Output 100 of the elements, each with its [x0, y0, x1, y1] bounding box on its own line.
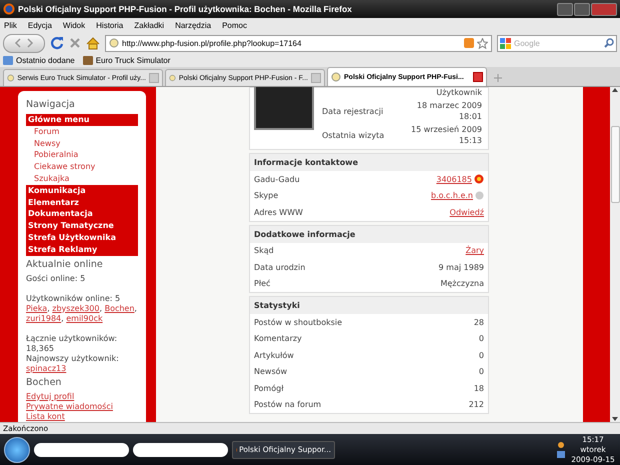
- bookmark-link[interactable]: Ostatnio dodane: [3, 56, 75, 65]
- panel-title: Bochen: [26, 376, 62, 388]
- separator: ,: [61, 314, 64, 323]
- start-button[interactable]: [4, 436, 30, 462]
- user-menu-link[interactable]: Lista kont: [26, 412, 65, 421]
- newest-user-label: Najnowszy użytkownik:: [26, 354, 120, 364]
- field-label: Data urodzin: [254, 262, 306, 272]
- window-title: Polski Oficjalny Support PHP-Fusion - Profil użytkownika: Bochen - Mozilla Firefox: [18, 4, 353, 14]
- page-icon: [109, 38, 119, 48]
- user-link[interactable]: emil90ck: [66, 314, 103, 323]
- user-link[interactable]: zuri1984: [26, 314, 62, 323]
- menu-link[interactable]: Ciekawe strony: [26, 161, 138, 173]
- field-value: 18 marzec 2009 18:01: [416, 100, 482, 122]
- close-button[interactable]: [591, 2, 617, 16]
- separator: ,: [99, 304, 102, 313]
- home-icon[interactable]: [86, 36, 100, 50]
- field-label: Płeć: [254, 279, 270, 288]
- field-label: Postów w shoutboksie: [254, 318, 342, 327]
- field-label: Data rejestracji: [322, 106, 384, 116]
- section-header: Dodatkowe informacje: [250, 226, 488, 242]
- field-label: Artykułów: [254, 350, 294, 360]
- field-label: Newsów: [254, 367, 288, 376]
- menu-link[interactable]: Pobieralnia: [26, 149, 138, 162]
- menu-header[interactable]: Dokumentacja: [26, 208, 138, 220]
- tray-icon[interactable]: [556, 440, 566, 458]
- bookmark-link[interactable]: Euro Truck Simulator: [82, 56, 170, 65]
- photo-placeholder: [254, 87, 314, 130]
- status-icon: [475, 191, 484, 200]
- field-value: 15 wrzesień 2009 15:13: [411, 124, 482, 146]
- menu-item[interactable]: Zakładki: [134, 20, 164, 30]
- field-label: Gadu-Gadu: [254, 174, 300, 184]
- page-icon: [169, 73, 176, 83]
- field-value: 0: [478, 334, 484, 344]
- menu-header[interactable]: Komunikacja: [26, 184, 138, 197]
- menu-item[interactable]: Historia: [96, 20, 124, 30]
- scrollbar-thumb[interactable]: [610, 126, 620, 203]
- google-logo-icon: [500, 38, 511, 48]
- back-forward-button[interactable]: [3, 34, 45, 52]
- menu-link[interactable]: Newsy: [26, 138, 138, 150]
- field-value: 28: [474, 318, 484, 327]
- panel-title: Aktualnie online: [26, 258, 104, 270]
- page-icon: [7, 73, 14, 83]
- field-link[interactable]: 3406185: [436, 174, 472, 184]
- menu-header[interactable]: Strony Tematyczne: [26, 220, 138, 232]
- field-value: 0: [478, 350, 484, 360]
- up-arrow-icon[interactable]: [612, 87, 618, 93]
- field-link[interactable]: b.o.c.h.e.n: [430, 191, 473, 200]
- field-label: Skąd: [254, 246, 274, 256]
- separator: ,: [134, 304, 137, 313]
- field-link[interactable]: Żary: [466, 246, 484, 256]
- maximize-button[interactable]: [574, 2, 590, 16]
- panel-title: Nawigacja: [26, 99, 76, 110]
- user-link[interactable]: spinacz13: [26, 364, 66, 373]
- menu-item[interactable]: Widok: [62, 20, 86, 30]
- menu-header[interactable]: Główne menu: [26, 114, 138, 126]
- user-link[interactable]: zbyszek300: [52, 304, 100, 313]
- user-link[interactable]: Bochen: [104, 304, 134, 313]
- menu-link[interactable]: Szukajka: [26, 172, 138, 185]
- field-link[interactable]: Odwiedź: [450, 208, 484, 217]
- menu-header[interactable]: Elementarz: [26, 196, 138, 208]
- user-menu-link[interactable]: Edytuj profil: [26, 392, 74, 401]
- reload-icon[interactable]: [50, 36, 64, 50]
- user-rank: Użytkownik: [435, 88, 482, 98]
- user-link[interactable]: Pieka: [26, 304, 48, 313]
- stop-icon[interactable]: [69, 37, 81, 49]
- user-menu-link[interactable]: Prywatne wiadomości: [26, 402, 113, 411]
- menu-header[interactable]: Strefa Użytkownika: [26, 232, 138, 244]
- field-label: Adres WWW: [254, 208, 303, 217]
- field-label: Pomógł: [254, 384, 284, 393]
- menu-header[interactable]: Strefa Reklamy: [26, 244, 138, 256]
- section-header: Informacje kontaktowe: [250, 154, 488, 171]
- menu-item[interactable]: Edycja: [28, 20, 52, 30]
- field-value: 18: [474, 384, 484, 393]
- members-count: Użytkowników online: 5: [26, 294, 122, 304]
- menu-link[interactable]: Forum: [26, 126, 138, 138]
- field-label: Ostatnia wizyta: [322, 130, 386, 140]
- field-value: 0: [478, 367, 484, 376]
- plus-icon: [494, 74, 502, 82]
- field-label: Postów na forum: [254, 400, 322, 410]
- field-label: Komentarzy: [254, 334, 302, 344]
- field-value: 212: [468, 400, 484, 410]
- page-icon: [331, 72, 341, 82]
- separator: ,: [47, 304, 50, 313]
- menu-item[interactable]: Plik: [4, 20, 17, 30]
- minimize-button[interactable]: [557, 2, 573, 16]
- search-icon[interactable]: [604, 38, 614, 48]
- field-value: Mężczyzna: [440, 279, 484, 288]
- address-field[interactable]: http://www.php-fusion.pl/profile.php?lookup=17164: [105, 34, 492, 52]
- total-users-label: Łącznie użytkowników:: [26, 334, 118, 344]
- menu-item[interactable]: Pomoc: [222, 20, 247, 30]
- field-value: 9 maj 1989: [438, 262, 484, 272]
- total-users: 18,365: [26, 344, 55, 354]
- star-icon[interactable]: [477, 38, 488, 48]
- field-label: Skype: [254, 191, 278, 200]
- scrollbar[interactable]: [610, 87, 620, 422]
- menu-item[interactable]: Narzędzia: [175, 20, 212, 30]
- browser-logo-icon: [3, 3, 15, 15]
- section-header: Statystyki: [250, 297, 488, 314]
- down-arrow-icon[interactable]: [612, 416, 618, 422]
- guests-count: Gości online: 5: [26, 274, 86, 284]
